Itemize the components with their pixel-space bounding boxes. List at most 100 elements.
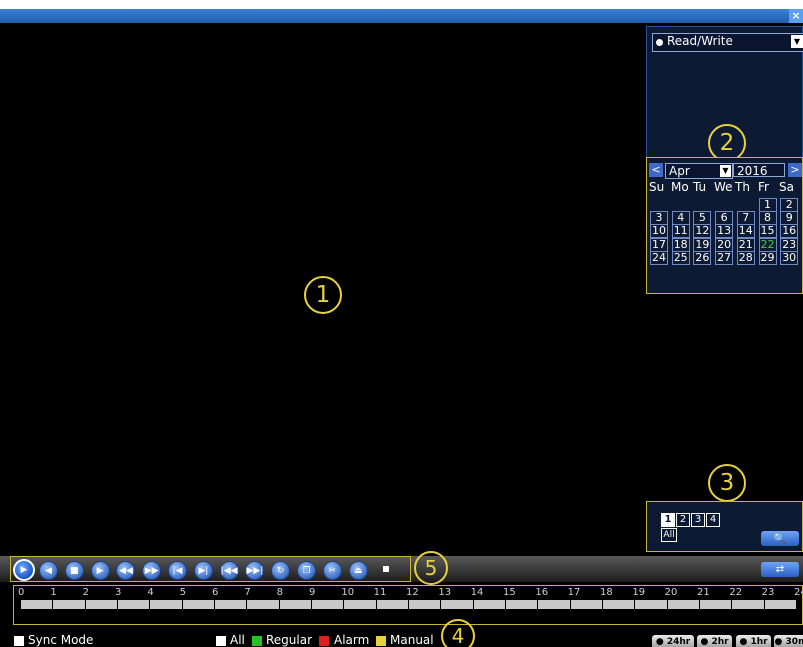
- calendar-day[interactable]: 5: [693, 211, 712, 226]
- timeline-segment[interactable]: [765, 600, 797, 609]
- calendar-day[interactable]: 18: [671, 237, 690, 252]
- next-frame-button[interactable]: ▶|: [193, 561, 213, 580]
- timeline-segment[interactable]: [409, 600, 442, 609]
- calendar-day[interactable]: 17: [650, 237, 668, 252]
- calendar-day[interactable]: 4: [671, 211, 690, 226]
- timeline-segment[interactable]: [53, 600, 86, 609]
- regular-label: Regular: [266, 633, 313, 647]
- channel-3-button[interactable]: 3: [691, 513, 705, 527]
- timeline-segment[interactable]: [668, 600, 700, 609]
- regular-checkbox[interactable]: [252, 636, 262, 646]
- read-write-select[interactable]: Read/Write ▼: [652, 33, 803, 52]
- timeline-segment[interactable]: [183, 600, 215, 609]
- swap-icon: ⇄: [775, 564, 785, 575]
- marker-3: 3: [708, 464, 746, 502]
- previous-frame-button[interactable]: |◀: [168, 561, 187, 580]
- calendar-day[interactable]: 7: [736, 211, 755, 226]
- calendar-day[interactable]: 25: [671, 250, 690, 265]
- rewind-button[interactable]: ◀◀: [116, 561, 136, 580]
- calendar-day[interactable]: 10: [650, 224, 668, 239]
- timeline-track[interactable]: [21, 600, 797, 609]
- calendar-day[interactable]: 3: [650, 211, 668, 226]
- playback-window: × 1 Read/Write ▼ 2 < Apr ▼ 2016 > Su Mo Tu…: [0, 9, 803, 647]
- channel-2-button[interactable]: 2: [676, 513, 690, 527]
- timeline-segment[interactable]: [603, 600, 636, 609]
- calendar-day[interactable]: 13: [715, 224, 734, 239]
- timeline-segment[interactable]: [732, 600, 765, 609]
- calendar-day[interactable]: 12: [693, 224, 712, 239]
- clip-button[interactable]: ✂: [322, 561, 342, 580]
- reverse-play-button[interactable]: ◀: [39, 561, 58, 580]
- timeline-segment[interactable]: [247, 600, 280, 609]
- calendar-day[interactable]: 20: [715, 237, 734, 252]
- timeline-hour-label: 12: [406, 587, 419, 598]
- next-month-button[interactable]: >: [788, 163, 802, 177]
- timeline-segment[interactable]: [441, 600, 474, 609]
- alarm-checkbox[interactable]: [319, 636, 329, 646]
- timeline-segment[interactable]: [150, 600, 183, 609]
- calendar-day[interactable]: 8: [758, 211, 777, 226]
- fullscreen-button[interactable]: ❐: [297, 561, 316, 580]
- calendar-day[interactable]: 19: [693, 237, 712, 252]
- zoom-icon: ●: [655, 637, 664, 647]
- next-file-button[interactable]: ▶▶|: [245, 561, 265, 580]
- switch-mode-button[interactable]: ⇄: [761, 562, 799, 577]
- calendar-day[interactable]: 29: [758, 250, 777, 265]
- calendar-day[interactable]: 28: [736, 250, 755, 265]
- timeline-segment[interactable]: [700, 600, 733, 609]
- stop-button[interactable]: ■: [64, 561, 84, 580]
- timeline[interactable]: 0123456789101112131415161718192021222324: [13, 585, 803, 625]
- calendar-day[interactable]: 24: [650, 250, 668, 265]
- calendar-day[interactable]: 30: [780, 250, 799, 265]
- calendar-day[interactable]: 9: [780, 211, 799, 226]
- timeline-segment[interactable]: [571, 600, 603, 609]
- sync-mode-checkbox[interactable]: [14, 636, 24, 646]
- slow-play-button[interactable]: ▶: [90, 561, 110, 580]
- scale-2hr-button[interactable]: ● 2hr: [697, 635, 732, 647]
- calendar-day[interactable]: 2: [780, 198, 799, 212]
- timeline-segment[interactable]: [86, 600, 118, 609]
- manual-checkbox[interactable]: [376, 636, 386, 646]
- backup-button[interactable]: ⏏: [348, 561, 368, 580]
- timeline-segment[interactable]: [506, 600, 539, 609]
- loop-button[interactable]: ↻: [271, 561, 291, 580]
- channel-4-button[interactable]: 4: [706, 513, 720, 527]
- scale-1hr-button[interactable]: ● 1hr: [736, 635, 771, 647]
- calendar-day[interactable]: 26: [693, 250, 712, 265]
- previous-file-button[interactable]: |◀◀: [219, 561, 239, 580]
- scale-30m-button[interactable]: ● 30m: [774, 635, 803, 647]
- timeline-segment[interactable]: [538, 600, 571, 609]
- scale-24hr-button[interactable]: ● 24hr: [652, 635, 694, 647]
- calendar-day[interactable]: 1: [758, 198, 777, 212]
- calendar-day[interactable]: 14: [736, 224, 755, 239]
- year-input[interactable]: 2016: [733, 163, 785, 178]
- calendar-day[interactable]: 21: [736, 237, 755, 252]
- timeline-segment[interactable]: [635, 600, 668, 609]
- close-button[interactable]: ×: [789, 9, 803, 23]
- channel-1-button[interactable]: 1: [661, 513, 675, 527]
- timeline-segment[interactable]: [118, 600, 151, 609]
- timeline-hour-label: 24: [794, 587, 803, 598]
- timeline-segment[interactable]: [312, 600, 345, 609]
- search-button[interactable]: 🔍: [761, 531, 799, 546]
- all-checkbox[interactable]: [216, 636, 226, 646]
- prev-month-button[interactable]: <: [649, 163, 663, 177]
- calendar-day[interactable]: 11: [671, 224, 690, 239]
- calendar-day[interactable]: 16: [780, 224, 799, 239]
- timeline-segment[interactable]: [280, 600, 312, 609]
- calendar-day[interactable]: 27: [715, 250, 734, 265]
- all-channels-button[interactable]: All: [661, 528, 677, 542]
- month-select[interactable]: Apr ▼: [665, 163, 733, 179]
- fast-forward-button[interactable]: ▶▶: [142, 561, 162, 580]
- timeline-segment[interactable]: [377, 600, 409, 609]
- calendar-day[interactable]: 6: [715, 211, 734, 226]
- calendar-day[interactable]: 22: [758, 237, 777, 252]
- timeline-segment[interactable]: [21, 600, 54, 609]
- timeline-segment[interactable]: [344, 600, 377, 609]
- timeline-segment[interactable]: [474, 600, 506, 609]
- calendar-day[interactable]: 15: [758, 224, 777, 239]
- play-button[interactable]: ▶: [13, 559, 35, 581]
- timeline-segment[interactable]: [215, 600, 248, 609]
- calendar-day[interactable]: 23: [780, 237, 799, 252]
- timeline-hour-label: 20: [664, 587, 678, 598]
